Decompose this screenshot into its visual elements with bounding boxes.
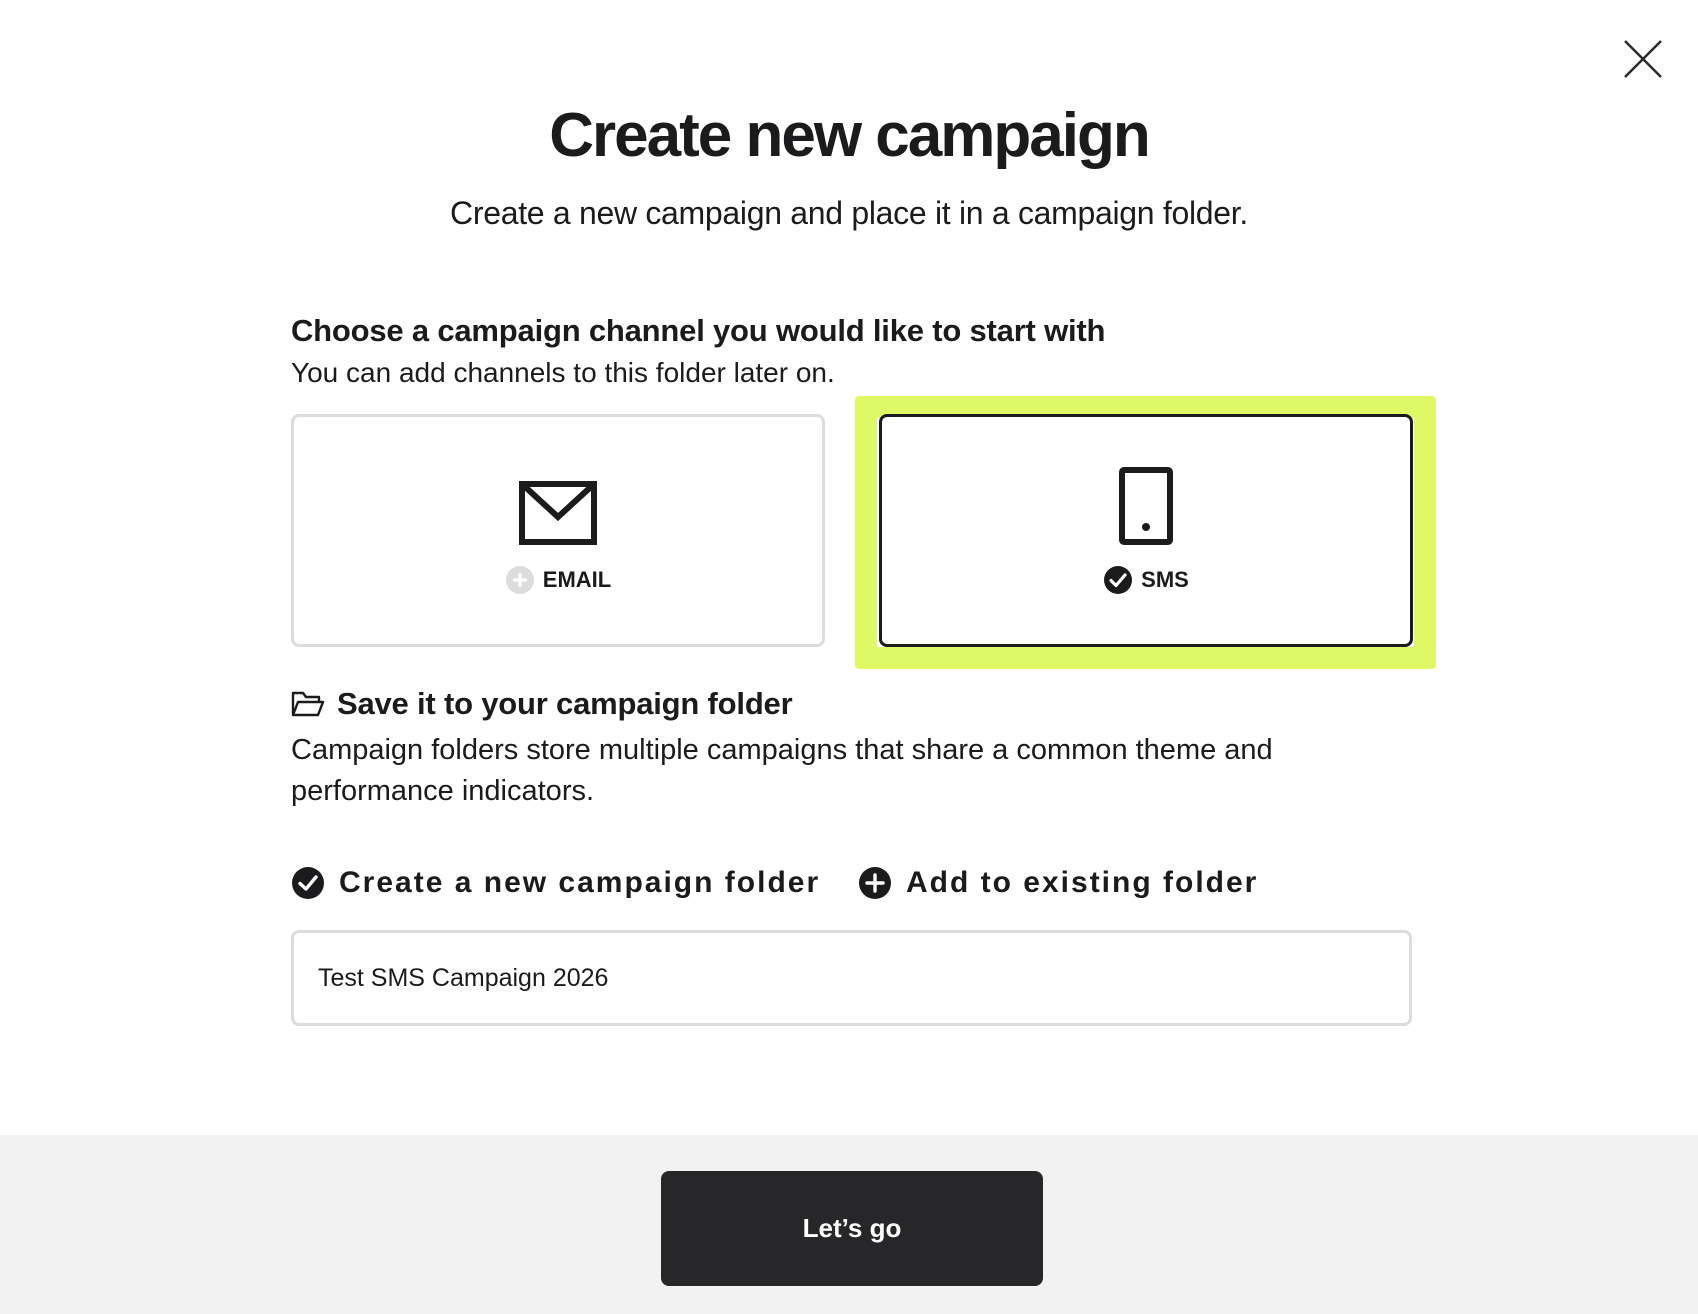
create-new-folder-label: Create a new campaign folder [339,866,821,899]
close-button[interactable] [1618,34,1668,84]
folder-section-title: Save it to your campaign folder [337,686,793,721]
mobile-phone-icon [1119,466,1173,545]
create-new-folder-option[interactable]: Create a new campaign folder [291,866,820,900]
plus-circle-icon [859,867,891,899]
channel-label-sms: SMS [1141,566,1189,592]
folder-section-description: Campaign folders store multiple campaign… [291,734,1273,807]
folder-section-heading: Save it to your campaign folder [291,686,793,722]
close-icon [1624,40,1662,78]
page-title: Create new campaign [549,101,1150,170]
plus-circle-icon [505,565,534,594]
check-circle-icon [1104,565,1133,594]
envelope-icon [519,480,597,545]
channel-card-email[interactable]: EMAIL [291,414,825,647]
add-to-existing-folder-label: Add to existing folder [906,866,1259,899]
check-circle-icon [292,867,324,899]
add-to-existing-folder-option[interactable]: Add to existing folder [858,866,1258,900]
channel-label-email: EMAIL [542,566,612,592]
folder-open-icon [291,691,325,717]
lets-go-button[interactable]: Let’s go [661,1171,1043,1286]
page-subtitle: Create a new campaign and place it in a … [450,195,1248,231]
create-campaign-modal: Create new campaign Create a new campaig… [0,0,1698,1314]
folder-name-input[interactable] [291,930,1412,1026]
channel-section-heading: Choose a campaign channel you would like… [291,313,1106,348]
modal-footer: Let’s go [0,1135,1698,1314]
channel-section-subheading: You can add channels to this folder late… [291,357,835,388]
channel-card-sms[interactable]: SMS [879,414,1413,647]
